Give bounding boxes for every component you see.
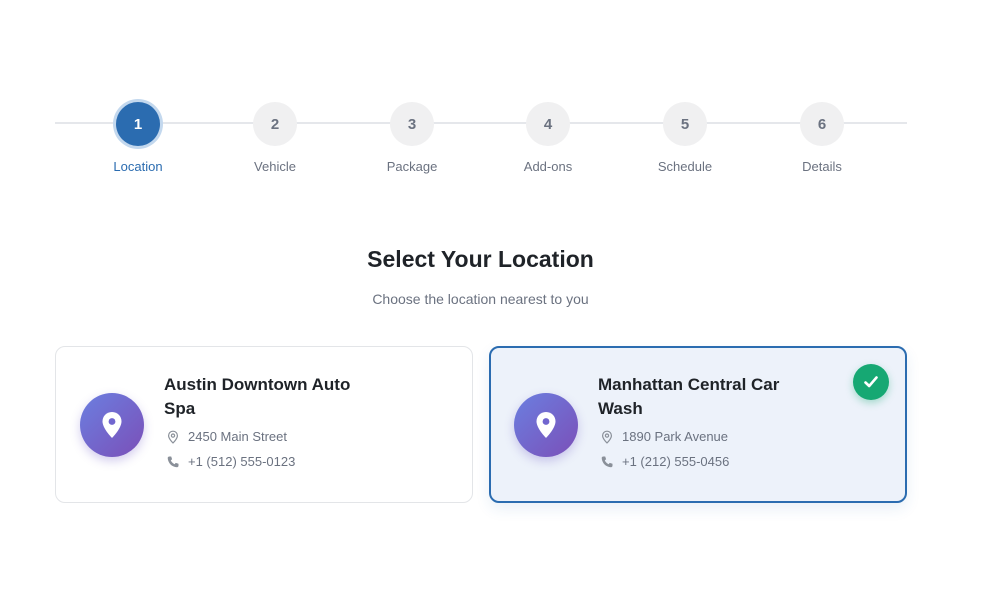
phone-row: +1 (512) 555-0123 <box>166 454 295 469</box>
step-vehicle[interactable]: 2 Vehicle <box>220 102 330 174</box>
phone-row: +1 (212) 555-0456 <box>600 454 729 469</box>
booking-page: 1 Location 2 Vehicle 3 Package 4 Add-ons… <box>0 0 984 609</box>
step-label: Location <box>113 159 163 174</box>
checkmark-icon <box>853 364 889 400</box>
phone-text: +1 (212) 555-0456 <box>622 454 730 469</box>
step-number: 1 <box>116 102 160 146</box>
step-label: Package <box>386 159 438 174</box>
phone-icon <box>166 455 180 469</box>
address-row: 1890 Park Avenue <box>600 429 728 444</box>
step-add-ons[interactable]: 4 Add-ons <box>493 102 603 174</box>
map-pin-icon <box>80 393 144 457</box>
step-number: 2 <box>253 102 297 146</box>
location-card-manhattan[interactable]: Manhattan Central Car Wash 1890 Park Ave… <box>489 346 907 503</box>
step-label: Add-ons <box>523 159 573 174</box>
address-text: 2450 Main Street <box>188 429 288 444</box>
step-number: 4 <box>526 102 570 146</box>
step-schedule[interactable]: 5 Schedule <box>630 102 740 174</box>
page-title: Select Your Location <box>367 246 594 272</box>
phone-text: +1 (512) 555-0123 <box>188 454 296 469</box>
location-pin-icon <box>600 430 614 444</box>
map-pin-icon <box>514 393 578 457</box>
step-number: 6 <box>800 102 844 146</box>
phone-icon <box>600 455 614 469</box>
address-text: 1890 Park Avenue <box>622 429 729 444</box>
step-location[interactable]: 1 Location <box>83 102 193 174</box>
page-subtitle: Choose the location nearest to you <box>372 291 589 307</box>
location-name: Manhattan Central Car Wash <box>598 375 780 418</box>
step-package[interactable]: 3 Package <box>357 102 467 174</box>
address-row: 2450 Main Street <box>166 429 287 444</box>
location-name: Austin Downtown Auto Spa <box>164 375 351 418</box>
location-pin-icon <box>166 430 180 444</box>
step-label: Vehicle <box>254 159 296 174</box>
progress-stepper: 1 Location 2 Vehicle 3 Package 4 Add-ons… <box>55 102 907 202</box>
step-details[interactable]: 6 Details <box>767 102 877 174</box>
location-card-austin[interactable]: Austin Downtown Auto Spa 2450 Main Stree… <box>55 346 473 503</box>
step-number: 3 <box>390 102 434 146</box>
step-label: Details <box>802 159 842 174</box>
step-label: Schedule <box>657 159 713 174</box>
step-number: 5 <box>663 102 707 146</box>
